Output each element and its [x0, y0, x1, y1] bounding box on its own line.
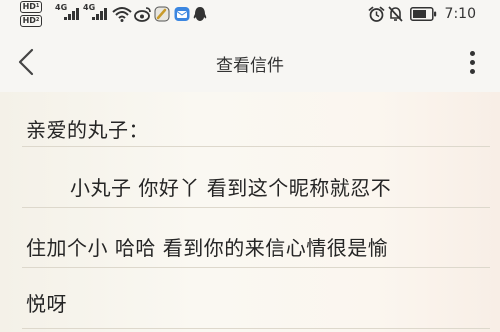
qq-icon — [193, 7, 207, 21]
ruled-line — [22, 207, 490, 208]
weibo-icon — [134, 7, 151, 22]
signal-sim2: 4G — [83, 3, 109, 21]
letter-body: 亲爱的丸子： 小丸子 你好丫 看到这个昵称就忍不 住加个小 哈哈 看到你的来信心… — [0, 92, 500, 332]
edit-app-icon — [154, 6, 170, 22]
wifi-icon — [112, 7, 132, 22]
hd-badge-1: HD1 — [20, 1, 42, 13]
title-bar: 查看信件 — [0, 30, 500, 92]
sim-indicators: HD1 HD2 — [20, 1, 48, 29]
alarm-icon — [368, 6, 385, 22]
signal-bars-icon — [64, 8, 80, 20]
mute-icon — [388, 6, 403, 22]
battery-icon — [410, 7, 437, 21]
ruled-line — [22, 328, 490, 329]
letter-greeting: 亲爱的丸子： — [26, 118, 149, 142]
ruled-line — [22, 267, 490, 268]
signal-bars-icon — [92, 8, 108, 20]
letter-line-2: 住加个小 哈哈 看到你的来信心情很是愉 — [26, 236, 389, 260]
status-bar: HD1 HD2 4G 4G 7:10 — [0, 0, 500, 30]
mail-app-icon — [174, 7, 190, 21]
more-options-button[interactable] — [464, 46, 480, 78]
signal-sim1: 4G — [55, 3, 81, 21]
page-title: 查看信件 — [216, 56, 284, 76]
letter-line-1: 小丸子 你好丫 看到这个昵称就忍不 — [70, 176, 392, 200]
hd-badge-2: HD2 — [20, 15, 42, 27]
clock-time: 7:10 — [444, 6, 476, 22]
ruled-line — [22, 146, 490, 147]
letter-line-3: 悦呀 — [26, 292, 67, 316]
